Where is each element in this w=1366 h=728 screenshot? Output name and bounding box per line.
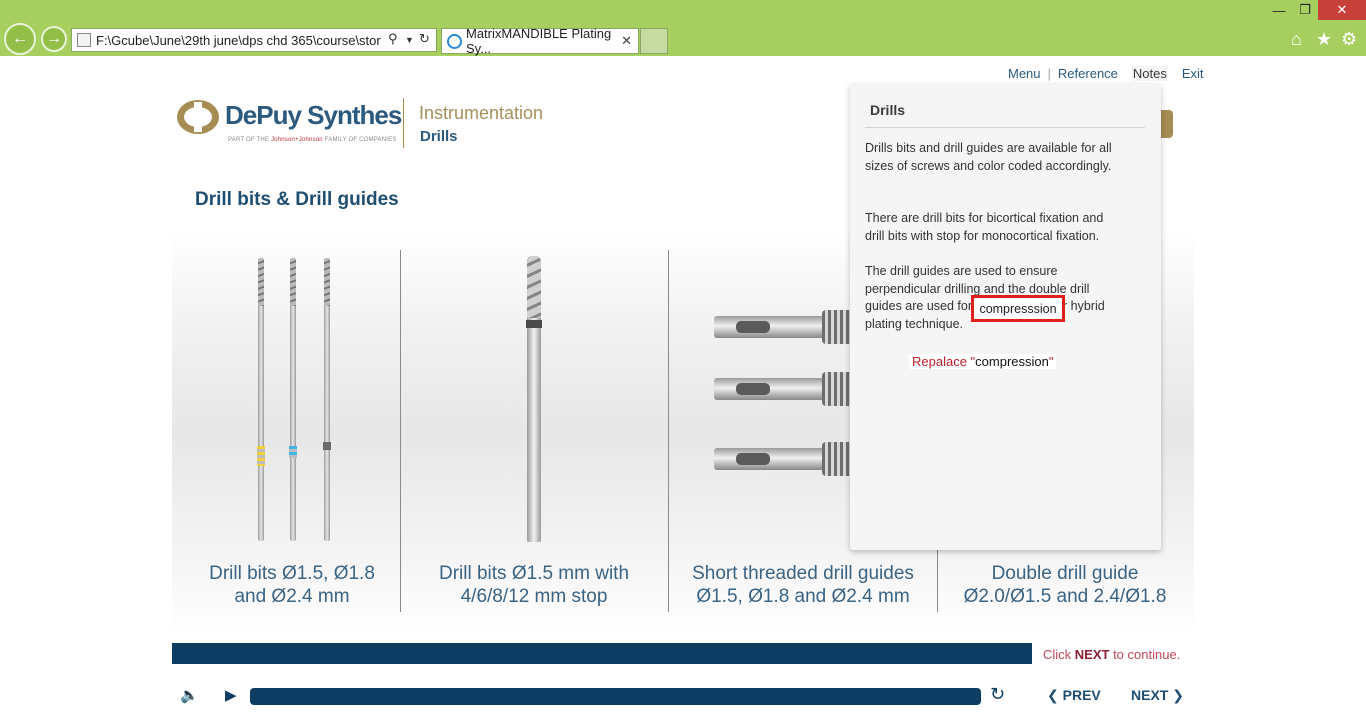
notes-divider [865,127,1145,128]
refresh-icon[interactable]: ↻ [419,31,430,47]
column-divider [668,250,669,612]
close-window-icon[interactable]: ✕ [1318,0,1366,20]
prev-button[interactable]: ❮ PREV [1047,687,1101,704]
logo-mark-icon [177,100,219,134]
close-tab-icon[interactable]: ✕ [621,33,632,49]
next-button[interactable]: NEXT ❯ [1131,687,1184,704]
caption-double-guide: Double drill guide Ø2.0/Ø1.5 and 2.4/Ø1.8 [963,563,1167,607]
forward-arrow-icon[interactable]: → [41,26,67,52]
caption-drill-bits-stop: Drill bits Ø1.5 mm with 4/6/8/12 mm stop [438,563,630,607]
minimize-icon[interactable]: — [1266,0,1292,20]
caption-drill-bits: Drill bits Ø1.5, Ø1.8 and Ø2.4 mm [209,563,375,607]
home-icon[interactable]: ⌂ [1291,29,1302,50]
restore-icon[interactable]: ❐ [1292,0,1318,20]
column-divider [400,250,401,612]
play-icon[interactable]: ▶ [225,686,237,704]
search-icon[interactable]: ⚲ [388,31,398,47]
address-text: F:\Gcube\June\29th june\dps chd 365\cour… [96,32,381,48]
ie-logo-icon [447,34,462,49]
brand-name: DePuy Synthes [225,100,402,130]
brand-subline: PART OF THE Johnson+Johnson FAMILY OF CO… [228,137,397,143]
column-divider [937,550,938,612]
notes-title: Drills [870,102,906,118]
header-divider [403,98,404,148]
resources-tab[interactable] [1160,110,1173,138]
course-topnav: Menu | Reference Notes Exit [1008,66,1204,81]
slide-progress-bar [172,643,1032,664]
gear-icon[interactable]: ⚙ [1341,29,1357,50]
seekbar[interactable] [250,688,981,705]
address-bar[interactable]: F:\Gcube\June\29th june\dps chd 365\cour… [71,28,437,52]
notes-paragraph: There are drill bits for bicortical fixa… [865,211,1104,243]
section-title: Instrumentation [419,103,544,123]
menu-link[interactable]: Menu [1008,66,1041,81]
notes-paragraph: Drills bits and drill guides are availab… [865,141,1112,173]
nav-separator: | [1047,66,1051,81]
dropdown-icon[interactable]: ▼ [405,35,414,45]
replace-annotation: Repalace "compression" [909,354,1057,369]
highlight-box: compresssion [971,295,1065,322]
subsection-title: Drills [420,128,458,145]
continue-hint: Click NEXT to continue. [1043,647,1181,662]
slide-heading: Drill bits & Drill guides [195,189,399,210]
notes-link[interactable]: Notes [1131,66,1168,81]
caption-short-guides: Short threaded drill guides Ø1.5, Ø1.8 an… [692,563,914,607]
reference-link[interactable]: Reference [1058,66,1118,81]
page-icon [77,33,91,47]
tab-title: MatrixMANDIBLE Plating Sy... [466,26,612,56]
volume-icon[interactable]: 🔈 [180,686,199,704]
browser-tab[interactable]: MatrixMANDIBLE Plating Sy... ✕ [441,26,639,56]
replay-icon[interactable]: ↻ [990,684,1005,705]
back-arrow-icon[interactable]: ← [4,23,36,55]
exit-link[interactable]: Exit [1182,66,1204,81]
star-icon[interactable]: ★ [1316,29,1332,50]
new-tab-button[interactable] [640,28,668,54]
